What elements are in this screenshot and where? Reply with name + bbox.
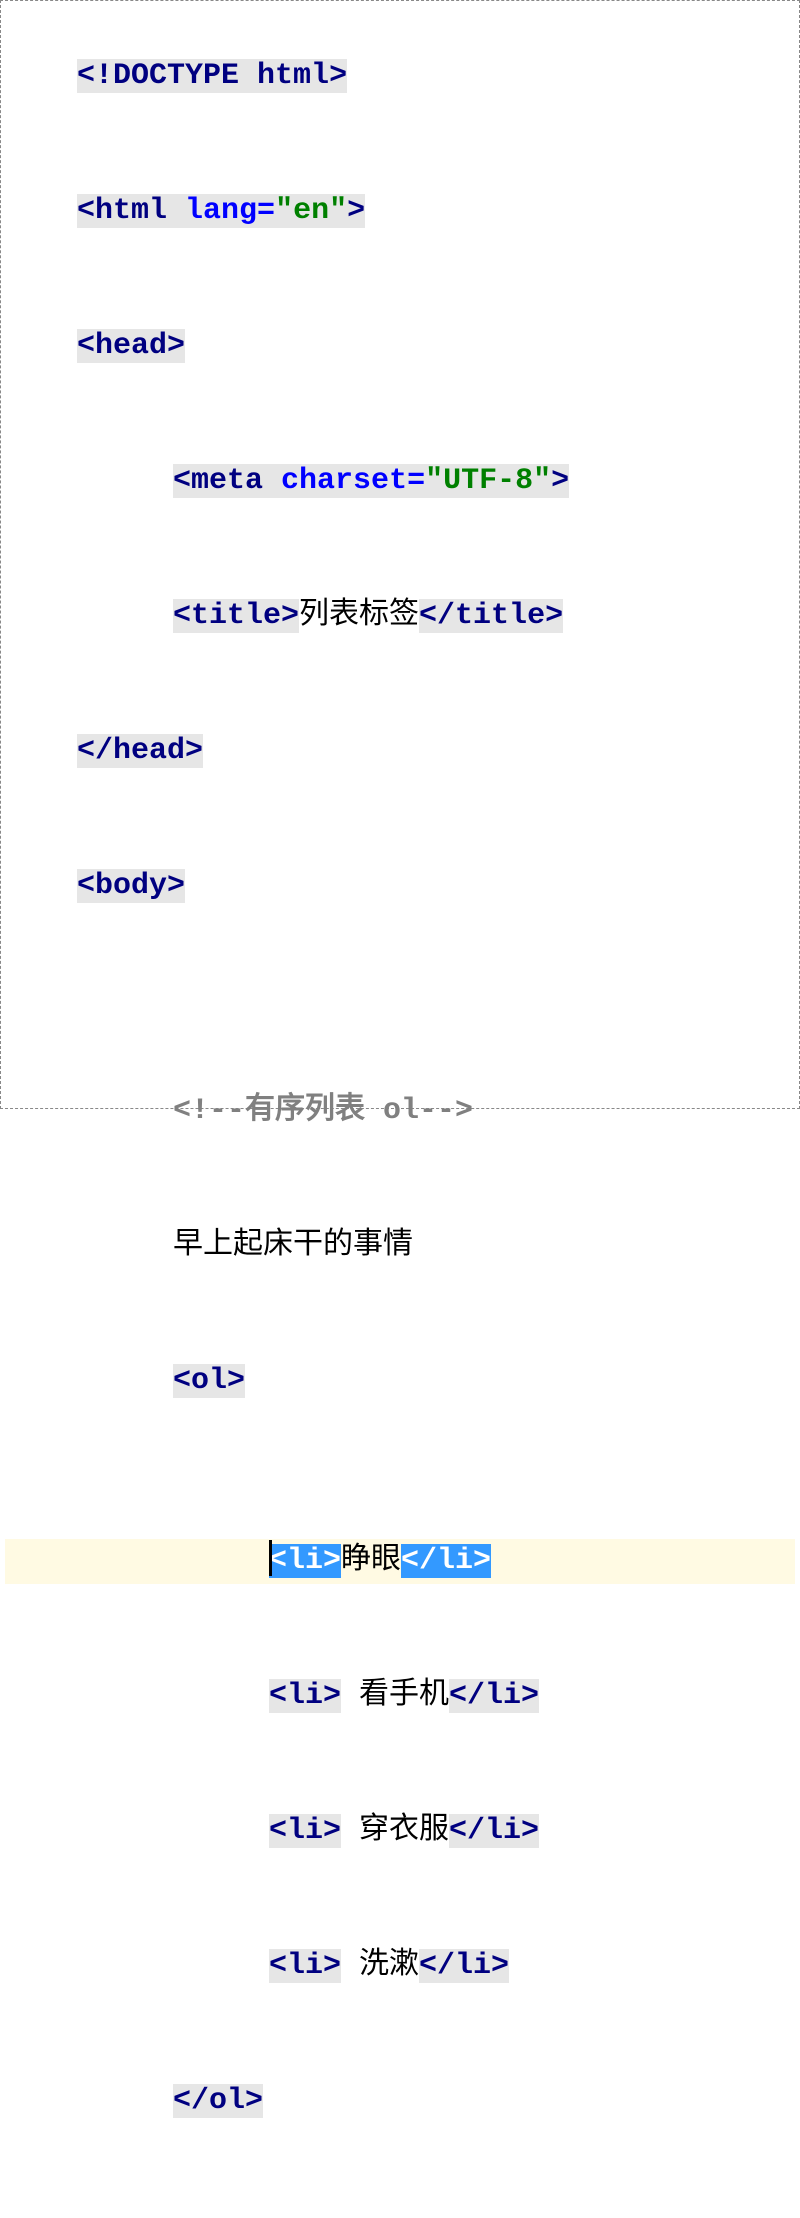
li4-text: 洗漱 (341, 1949, 419, 1983)
meta-tag: meta (191, 464, 281, 498)
doctype-html: html (257, 59, 329, 93)
li-close: </li> (419, 1949, 509, 1983)
code-line[interactable]: <body> (5, 819, 795, 954)
li1-text: 睁眼 (341, 1544, 401, 1578)
code-line[interactable]: <html lang="en"> (5, 144, 795, 279)
title-open: <title> (173, 599, 299, 633)
code-line[interactable]: <ol> (5, 1314, 795, 1449)
bracket: > (347, 194, 365, 228)
code-line[interactable]: <!DOCTYPE html> (5, 9, 795, 144)
code-line[interactable]: <title>列表标签</title> (5, 549, 795, 684)
head-close: </head> (77, 734, 203, 768)
code-editor[interactable]: <!DOCTYPE html> <html lang="en"> <head> … (5, 9, 795, 2218)
code-line[interactable]: </head> (5, 684, 795, 819)
li-open: <li> (269, 1949, 341, 1983)
body-open: <body> (77, 869, 185, 903)
title-text: 列表标签 (299, 599, 419, 633)
code-line[interactable]: <meta charset="UTF-8"> (5, 414, 795, 549)
ol-open: <ol> (173, 1364, 245, 1398)
li-open: <li> (269, 1814, 341, 1848)
li-close: </li> (449, 1679, 539, 1713)
code-line[interactable]: <head> (5, 279, 795, 414)
blank-line (5, 2169, 795, 2218)
li-close: </li> (449, 1814, 539, 1848)
code-line[interactable]: 早上起床干的事情 (5, 1179, 795, 1314)
ol-close: </ol> (173, 2084, 263, 2118)
doctype-open: <!DOCTYPE (77, 59, 257, 93)
doctype-close: > (329, 59, 347, 93)
lang-attr: lang= (185, 194, 275, 228)
li-close: </li> (401, 1544, 491, 1578)
li2-text: 看手机 (341, 1679, 449, 1713)
code-line[interactable]: <li> 穿衣服</li> (5, 1764, 795, 1899)
blank-line (5, 954, 795, 1044)
code-line-current[interactable]: <li>睁眼</li> (5, 1449, 795, 1629)
text-cursor (269, 1540, 272, 1576)
heading-text: 早上起床干的事情 (173, 1229, 413, 1263)
code-line[interactable]: <!--有序列表 ol--> (5, 1044, 795, 1179)
head-open: <head> (77, 329, 185, 363)
title-close: </title> (419, 599, 563, 633)
comment: <!--有序列表 ol--> (173, 1094, 473, 1128)
li-open: <li> (269, 1544, 341, 1578)
bracket: < (173, 464, 191, 498)
charset-attr: charset= (281, 464, 425, 498)
code-line[interactable]: <li> 洗漱</li> (5, 1899, 795, 2034)
bracket: > (551, 464, 569, 498)
li3-text: 穿衣服 (341, 1814, 449, 1848)
lang-val: "en" (275, 194, 347, 228)
charset-val: "UTF-8" (425, 464, 551, 498)
li-open: <li> (269, 1679, 341, 1713)
bracket: < (77, 194, 95, 228)
code-line[interactable]: <li> 看手机</li> (5, 1629, 795, 1764)
code-line[interactable]: </ol> (5, 2034, 795, 2169)
html-tag: html (95, 194, 185, 228)
